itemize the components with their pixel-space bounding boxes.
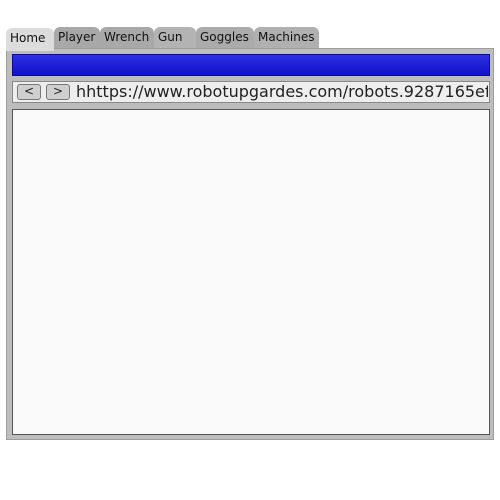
tab-home[interactable]: Home — [6, 28, 54, 51]
page-content-area[interactable] — [12, 109, 490, 435]
address-bar-row: < > hhttps://www.robotupgardes.com/robot… — [12, 81, 490, 103]
forward-arrow-icon: > — [52, 84, 64, 98]
tab-machines-label: Machines — [258, 30, 315, 44]
tab-gun[interactable]: Gun — [154, 27, 196, 48]
tab-machines[interactable]: Machines — [254, 27, 319, 48]
title-bar[interactable] — [12, 54, 490, 76]
forward-button[interactable]: > — [46, 84, 70, 100]
tab-wrench-label: Wrench — [104, 30, 150, 44]
tab-home-label: Home — [10, 31, 46, 45]
tab-player-label: Player — [58, 30, 96, 44]
browser-window: < > hhttps://www.robotupgardes.com/robot… — [6, 48, 494, 440]
tab-goggles[interactable]: Goggles — [196, 27, 254, 48]
tab-player[interactable]: Player — [54, 27, 100, 48]
url-field[interactable]: hhttps://www.robotupgardes.com/robots.92… — [76, 82, 488, 102]
tab-wrench[interactable]: Wrench — [100, 27, 154, 48]
tab-strip: Home Player Wrench Gun Goggles Machines — [6, 27, 319, 51]
back-button[interactable]: < — [17, 84, 41, 100]
back-arrow-icon: < — [23, 84, 35, 98]
tab-goggles-label: Goggles — [200, 30, 249, 44]
tab-gun-label: Gun — [158, 30, 183, 44]
